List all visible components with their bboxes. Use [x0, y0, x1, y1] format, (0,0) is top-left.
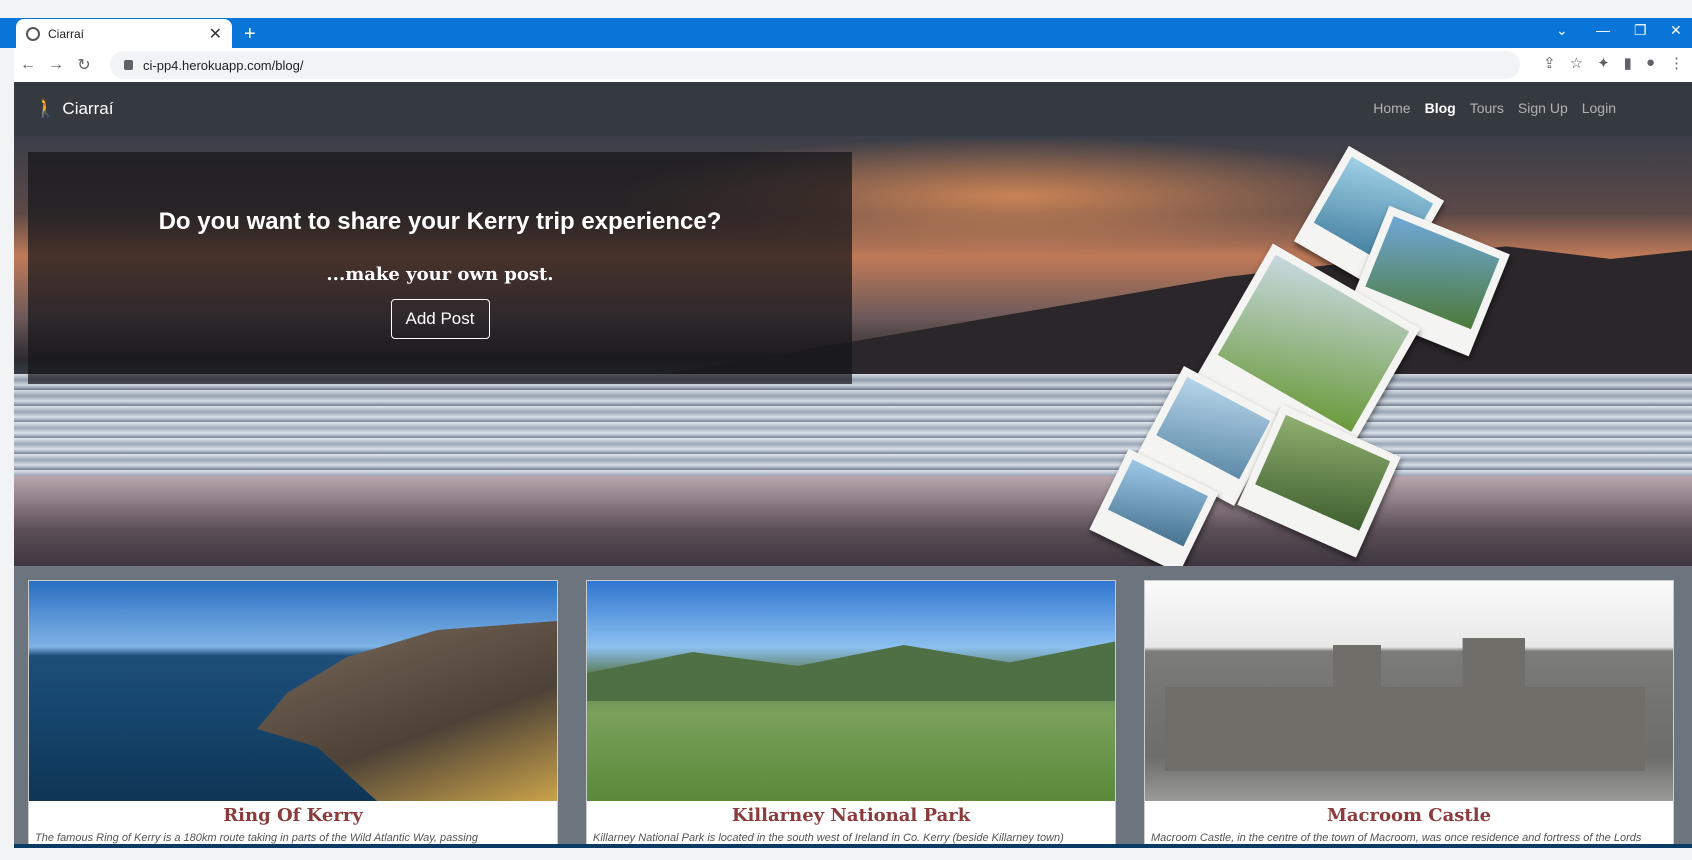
hero-cta-panel: Do you want to share your Kerry trip exp…: [28, 152, 852, 384]
lock-icon: [124, 60, 133, 70]
brand-name: Ciarraí: [62, 98, 114, 118]
tab-title: Ciarraí: [48, 27, 85, 41]
new-tab-button[interactable]: +: [244, 22, 256, 46]
hero-title: Do you want to share your Kerry trip exp…: [158, 208, 722, 235]
post-card[interactable]: Killarney National Park Killarney Nation…: [586, 580, 1116, 844]
tab-close-icon[interactable]: ✕: [209, 24, 222, 44]
back-icon[interactable]: ←: [14, 56, 42, 74]
brand-link[interactable]: 🚶 Ciarraí: [34, 98, 113, 119]
nav-signup[interactable]: Sign Up: [1518, 100, 1568, 116]
post-excerpt: The famous Ring of Kerry is a 180km rout…: [35, 832, 478, 844]
post-title[interactable]: Macroom Castle: [1145, 805, 1673, 826]
post-excerpt: Killarney National Park is located in th…: [593, 832, 1064, 844]
taskbar-strip: [14, 844, 1692, 848]
post-image[interactable]: [29, 581, 557, 801]
browser-tab[interactable]: Ciarraí ✕: [16, 19, 232, 49]
nav-login[interactable]: Login: [1582, 100, 1616, 116]
close-window-icon[interactable]: ✕: [1670, 22, 1682, 39]
hero-banner: Do you want to share your Kerry trip exp…: [14, 136, 1692, 566]
menu-icon[interactable]: ⋮: [1669, 54, 1684, 72]
reload-icon[interactable]: ↻: [70, 55, 98, 75]
globe-icon: [26, 27, 40, 41]
nav-home[interactable]: Home: [1373, 100, 1410, 116]
chevron-down-icon[interactable]: ⌄: [1556, 22, 1568, 39]
minimize-icon[interactable]: —: [1596, 22, 1610, 38]
side-panel-icon[interactable]: ▮: [1624, 54, 1632, 72]
post-title[interactable]: Killarney National Park: [587, 805, 1115, 826]
tab-strip-top: [0, 0, 1692, 18]
profile-icon[interactable]: ●: [1646, 54, 1655, 72]
post-title[interactable]: Ring Of Kerry: [29, 805, 557, 826]
post-card[interactable]: Macroom Castle Macroom Castle, in the ce…: [1144, 580, 1674, 844]
sea-waves: [14, 374, 1692, 484]
beach-sand: [14, 476, 1692, 566]
post-card[interactable]: Ring Of Kerry The famous Ring of Kerry i…: [28, 580, 558, 844]
share-icon[interactable]: ⇪: [1543, 54, 1556, 72]
post-excerpt: Macroom Castle, in the centre of the tow…: [1151, 832, 1642, 844]
hiker-icon: 🚶: [34, 98, 57, 118]
site-navbar: 🚶 Ciarraí Home Blog Tours Sign Up Login: [14, 82, 1692, 136]
toolbar-actions: ⇪ ☆ ✦ ▮ ● ⋮: [1543, 54, 1684, 72]
address-bar[interactable]: ci-pp4.herokuapp.com/blog/: [110, 51, 1520, 79]
nav-tours[interactable]: Tours: [1470, 100, 1504, 116]
post-image[interactable]: [587, 581, 1115, 801]
extensions-icon[interactable]: ✦: [1597, 54, 1610, 72]
hill-shape: [587, 641, 1115, 701]
restore-icon[interactable]: ❐: [1634, 22, 1647, 39]
star-icon[interactable]: ☆: [1570, 54, 1583, 72]
castle-shape: [1165, 638, 1645, 771]
nav-blog[interactable]: Blog: [1425, 100, 1456, 116]
page-viewport: 🚶 Ciarraí Home Blog Tours Sign Up Login …: [14, 82, 1692, 844]
add-post-button[interactable]: Add Post: [390, 299, 490, 339]
url-text: ci-pp4.herokuapp.com/blog/: [143, 57, 304, 73]
nav-links: Home Blog Tours Sign Up Login: [1373, 100, 1616, 116]
forward-icon[interactable]: →: [42, 56, 70, 74]
browser-toolbar: ← → ↻ ci-pp4.herokuapp.com/blog/ ⇪ ☆ ✦ ▮…: [14, 48, 1692, 82]
browser-tab-strip: Ciarraí ✕ + ⌄ — ❐ ✕: [0, 0, 1692, 49]
cliff-shape: [257, 621, 557, 801]
post-image[interactable]: [1145, 581, 1673, 801]
hero-subtitle: ...make your own post.: [326, 264, 554, 285]
